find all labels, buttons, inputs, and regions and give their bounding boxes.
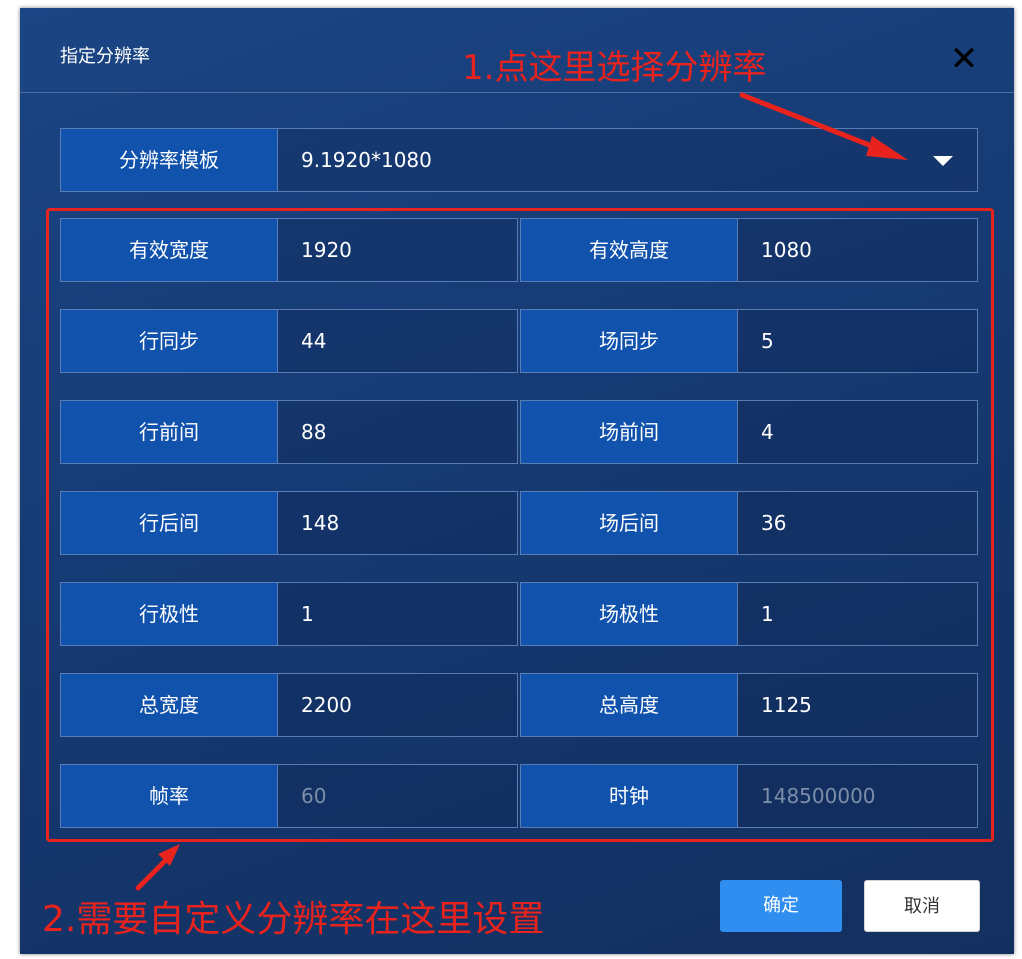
- arrow-to-dropdown: [739, 92, 908, 160]
- cancel-button[interactable]: 取消: [864, 880, 980, 932]
- arrow-to-fields: [135, 844, 180, 891]
- resolution-dialog: 指定分辨率 ✕ 1.点这里选择分辨率 分辨率模板 9.1920*1080 有效宽…: [20, 8, 1014, 954]
- confirm-button[interactable]: 确定: [720, 880, 842, 932]
- annotation-step2: 2.需要自定义分辨率在这里设置: [42, 899, 545, 940]
- annotation-arrows: [135, 92, 908, 891]
